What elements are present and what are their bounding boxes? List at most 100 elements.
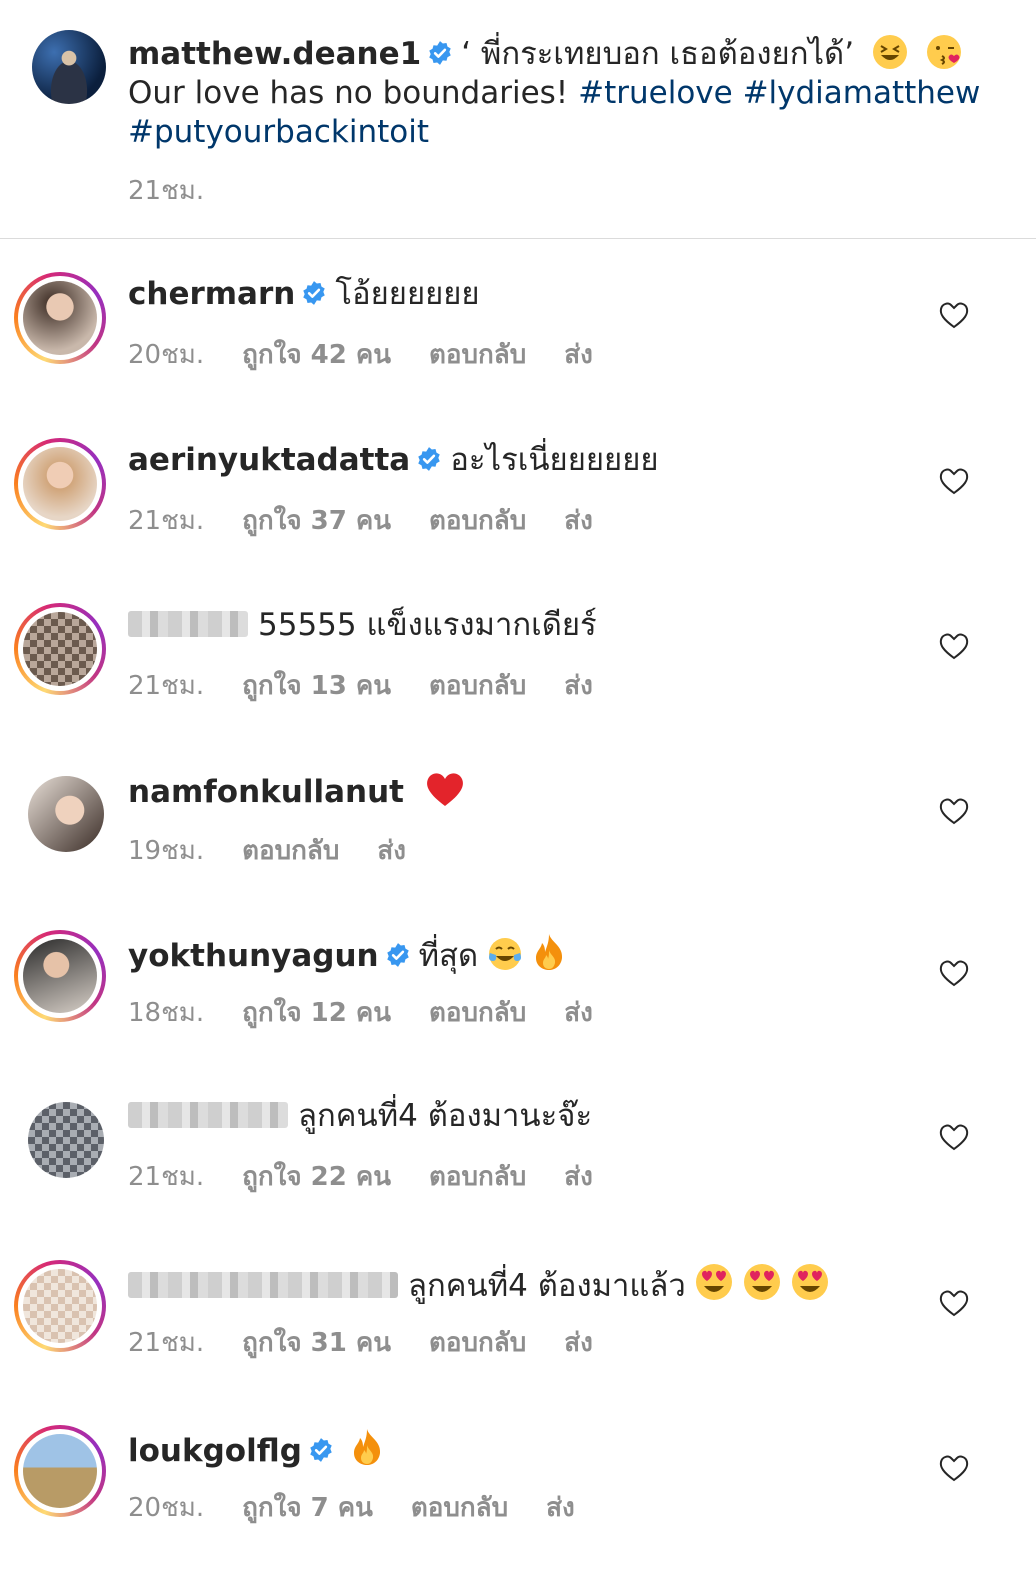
comment-row: ลูกคนที่4 ต้องมานะจ๊ะ 21ชม. ถูกใจ 22 คน ตอ… [0,1094,1036,1254]
comment-row: yokthunyagun ที่สุด 18ชม. ถูกใจ 12 คน ตอบกล… [0,930,1036,1090]
likes-count[interactable]: ถูกใจ 31 คน [242,1328,391,1358]
comment-text: ลูกคนที่4 ต้องมานะจ๊ะ [298,1098,593,1134]
comment-row: namfonkullanut 19ชม. ตอบกลับ ส่ง [0,768,1036,928]
avatar[interactable] [23,1269,97,1343]
like-heart-icon[interactable] [938,1122,970,1152]
send-button[interactable]: ส่ง [564,1162,593,1192]
comment-timestamp: 21ชม. [128,506,205,536]
verified-badge-icon [303,281,326,305]
hashtag-truelove[interactable]: #truelove [578,75,733,111]
reply-button[interactable]: ตอบกลับ [429,671,526,701]
send-button[interactable]: ส่ง [564,998,593,1028]
comment-username[interactable]: loukgolflg [128,1433,302,1469]
comment-text: ลูกคนที่4 ต้องมาแล้ว [408,1268,686,1304]
like-heart-icon[interactable] [938,1453,970,1483]
reply-button[interactable]: ตอบกลับ [429,998,526,1028]
avatar[interactable] [23,281,97,355]
likes-count[interactable]: ถูกใจ 42 คน [242,340,391,370]
blurred-username [128,1272,398,1298]
avatar[interactable] [23,447,97,521]
verified-badge-icon [310,1438,332,1462]
comment-text: โอ้ยยยยยย [335,276,480,312]
comment-timestamp: 19ชม. [128,836,205,866]
likes-count[interactable]: ถูกใจ 13 คน [242,671,391,701]
author-username[interactable]: matthew.deane1 [128,36,421,72]
verified-badge-icon [386,943,409,967]
comment-username[interactable]: aerinyuktadatta [128,442,410,478]
send-button[interactable]: ส่ง [377,836,406,866]
kissing-face-emoji-icon [926,35,961,69]
comment-text: ที่สุด [418,938,479,974]
tears-of-joy-emoji-icon [489,938,522,970]
send-button[interactable]: ส่ง [564,506,593,536]
avatar-story-ring[interactable] [14,438,106,530]
avatar-story-ring[interactable] [14,603,106,695]
likes-count[interactable]: ถูกใจ 37 คน [242,506,391,536]
comment-timestamp: 20ชม. [128,1493,205,1523]
avatar-story-ring[interactable] [14,768,106,860]
reply-button[interactable]: ตอบกลับ [429,1328,526,1358]
reply-button[interactable]: ตอบกลับ [429,1162,526,1192]
comment-timestamp: 18ชม. [128,998,205,1028]
send-button[interactable]: ส่ง [564,340,593,370]
comment-body: aerinyuktadatta อะไรเนี่ยยยยยย [128,440,659,480]
like-heart-icon[interactable] [938,796,970,826]
caption-text: matthew.deane1 ‘ พี่กระเทยบอก เธอต้องยกได… [128,34,1008,152]
comment-timestamp: 21ชม. [128,1162,205,1192]
avatar-story-ring[interactable] [14,1094,106,1186]
avatar-story-ring[interactable] [14,1425,106,1517]
like-heart-icon[interactable] [938,466,970,496]
comment-body: ลูกคนที่4 ต้องมานะจ๊ะ [128,1096,592,1136]
comment-body: chermarn โอ้ยยยยยย [128,274,480,314]
author-avatar[interactable] [32,30,106,104]
comment-row: chermarn โอ้ยยยยยย 20ชม. ถูกใจ 42 คน ตอบกลั… [0,272,1036,432]
avatar[interactable] [28,1102,104,1178]
blurred-username [128,1102,288,1128]
comment-body: ลูกคนที่4 ต้องมาแล้ว [128,1262,830,1306]
comment-meta: 19ชม. ตอบกลับ ส่ง [128,830,444,871]
avatar-story-ring[interactable] [14,1260,106,1352]
comment-username[interactable]: yokthunyagun [128,938,379,974]
caption-thai: ‘ พี่กระเทยบอก เธอต้องยกได้’ [461,36,855,72]
reply-button[interactable]: ตอบกลับ [242,836,339,866]
heart-eyes-emoji-icon [791,1264,828,1300]
hashtag-putyourbackintoit[interactable]: #putyourbackintoit [128,114,429,150]
blurred-username [128,611,248,637]
avatar-story-ring[interactable] [14,930,106,1022]
like-heart-icon[interactable] [938,1288,970,1318]
like-heart-icon[interactable] [938,300,970,330]
avatar[interactable] [23,1434,97,1508]
send-button[interactable]: ส่ง [564,671,593,701]
comment-meta: 21ชม. ถูกใจ 31 คน ตอบกลับ ส่ง [128,1322,631,1363]
like-heart-icon[interactable] [938,958,970,988]
reply-button[interactable]: ตอบกลับ [429,506,526,536]
comment-meta: 21ชม. ถูกใจ 22 คน ตอบกลับ ส่ง [128,1156,631,1197]
fire-emoji-icon [353,1429,380,1465]
avatar[interactable] [23,612,97,686]
like-heart-icon[interactable] [938,631,970,661]
comment-body: 55555 แข็งแรงมากเดียร์ [128,605,597,645]
likes-count[interactable]: ถูกใจ 7 คน [242,1493,373,1523]
send-button[interactable]: ส่ง [564,1328,593,1358]
comment-timestamp: 20ชม. [128,340,205,370]
hashtag-lydiamatthew[interactable]: #lydiamatthew [743,75,981,111]
post-caption: matthew.deane1 ‘ พี่กระเทยบอก เธอต้องยกได… [0,0,1036,240]
comment-username[interactable]: chermarn [128,276,295,312]
heart-eyes-emoji-icon [743,1264,780,1300]
comment-username[interactable]: namfonkullanut [128,774,404,810]
avatar[interactable] [28,776,104,852]
caption-english: Our love has no boundaries! [128,75,569,111]
reply-button[interactable]: ตอบกลับ [411,1493,508,1523]
comment-meta: 21ชม. ถูกใจ 37 คน ตอบกลับ ส่ง [128,500,631,541]
avatar[interactable] [23,939,97,1013]
send-button[interactable]: ส่ง [546,1493,575,1523]
comment-timestamp: 21ชม. [128,1328,205,1358]
avatar-story-ring[interactable] [14,272,106,364]
comment-row: ลูกคนที่4 ต้องมาแล้ว 21ชม. ถูกใจ 31 คน ตอบ… [0,1260,1036,1420]
comment-body: namfonkullanut [128,770,466,812]
reply-button[interactable]: ตอบกลับ [429,340,526,370]
likes-count[interactable]: ถูกใจ 12 คน [242,998,391,1028]
comment-meta: 20ชม. ถูกใจ 7 คน ตอบกลับ ส่ง [128,1487,613,1528]
verified-badge-icon [418,447,440,471]
likes-count[interactable]: ถูกใจ 22 คน [242,1162,391,1192]
